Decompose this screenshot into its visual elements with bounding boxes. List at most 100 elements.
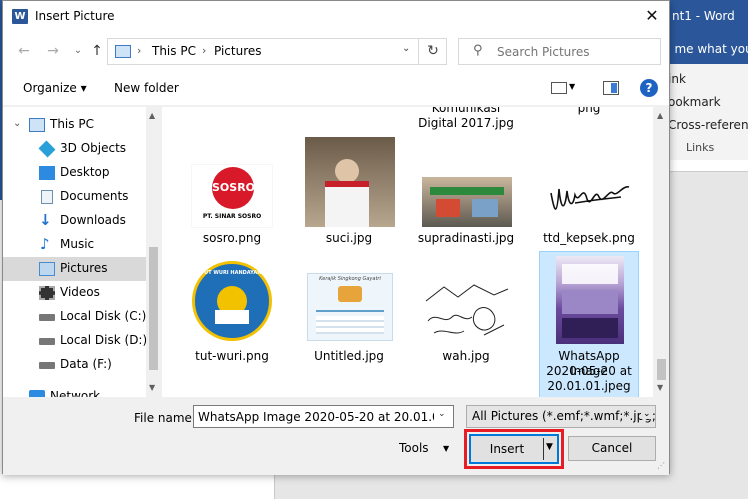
sosro-logo-text: SOSRO <box>212 167 255 209</box>
split-divider <box>543 438 544 460</box>
sidebar-item-label: Music <box>60 237 95 251</box>
sidebar-item-3d-objects[interactable]: 3D Objects <box>3 137 146 161</box>
breadcrumb-this-pc[interactable]: This PC <box>152 44 196 58</box>
sidebar-item-label: Videos <box>60 285 100 299</box>
file-item-ttd-kepsek[interactable]: ttd_kepsek.png <box>539 135 639 251</box>
ribbon-cross-reference-button[interactable]: Cross-reference <box>668 118 748 132</box>
file-name-label: wah.jpg <box>442 349 490 363</box>
scrollbar-thumb[interactable] <box>149 247 158 370</box>
file-name-combobox[interactable]: ⌄ <box>193 405 454 428</box>
resize-grip[interactable]: ⋰ <box>657 461 665 470</box>
sidebar-item-videos[interactable]: Videos <box>3 281 146 305</box>
dialog-title-bar: W Insert Picture ✕ <box>3 1 669 32</box>
video-icon <box>39 286 55 300</box>
scroll-up-arrow[interactable]: ▲ <box>657 111 663 120</box>
ribbon-link-button[interactable]: ink <box>668 72 686 86</box>
file-item-whatsapp-image[interactable]: WhatsApp Image 2020-05-20 at 20.01.01.jp… <box>539 251 639 397</box>
document-title: Kerajik Singkong Gayatri <box>319 276 381 282</box>
word-tell-me-box[interactable]: ll me what you <box>664 42 748 56</box>
address-dropdown-icon[interactable]: ⌄ <box>402 43 410 54</box>
navigation-pane: ⌄ This PC 3D Objects Desktop Documents ↓… <box>3 107 161 397</box>
file-type-select[interactable]: All Pictures (*.emf;*.wmf;*.jpg;* ⌄ <box>466 405 656 428</box>
tools-button[interactable]: Tools <box>399 441 429 455</box>
breadcrumb-pictures[interactable]: Pictures <box>214 44 262 58</box>
scroll-down-arrow[interactable]: ▼ <box>149 383 155 392</box>
sidebar-item-data-f[interactable]: Data (F:) <box>3 353 146 377</box>
thumbnail <box>545 135 633 225</box>
file-item-komunikasi[interactable]: Komunikasi Digital 2017.jpg <box>416 107 516 131</box>
file-item-tut-wuri[interactable]: TUT WURI HANDAYANI tut-wuri.png <box>182 253 282 369</box>
sidebar-item-label: Downloads <box>60 213 126 227</box>
chevron-down-icon[interactable]: ⌄ <box>438 409 446 419</box>
sidebar-item-label: Data (F:) <box>60 357 112 371</box>
sidebar-item-local-disk-c[interactable]: Local Disk (C:) <box>3 305 146 329</box>
search-box[interactable]: ⚲ <box>458 38 661 65</box>
sidebar-item-desktop[interactable]: Desktop <box>3 161 146 185</box>
document-icon <box>41 190 53 204</box>
insert-options-dropdown[interactable]: ▼ <box>546 442 553 452</box>
file-name-label: 2020-05-20 at <box>546 364 632 378</box>
recent-locations-button[interactable]: ⌄ <box>69 42 87 60</box>
insert-button[interactable]: Insert ▼ <box>469 434 559 464</box>
change-view-icon[interactable] <box>551 82 567 94</box>
tut-wuri-logo-text: TUT WURI HANDAYANI <box>200 270 264 276</box>
address-row: ← → ⌄ ↑ › This PC › Pictures ⌄ ↻ ⚲ <box>3 32 669 70</box>
search-input[interactable] <box>497 43 657 61</box>
file-name-label: Digital 2017.jpg <box>418 116 514 130</box>
scrollbar-thumb[interactable] <box>657 359 666 380</box>
new-folder-button[interactable]: New folder <box>114 81 179 95</box>
file-item-suci[interactable]: suci.jpg <box>299 135 399 251</box>
sidebar-item-this-pc[interactable]: ⌄ This PC <box>3 113 146 137</box>
chevron-down-icon[interactable]: ⌄ <box>641 409 651 419</box>
sidebar-item-network[interactable]: Network <box>3 385 146 397</box>
refresh-button[interactable]: ↻ <box>418 39 447 64</box>
sidebar-item-label: This PC <box>50 117 94 131</box>
drive-icon <box>39 314 55 321</box>
scroll-up-arrow[interactable]: ▲ <box>149 111 155 120</box>
file-name-label: png <box>577 107 601 115</box>
file-item-wah[interactable]: wah.jpg <box>416 253 516 369</box>
pictures-icon <box>39 262 55 276</box>
address-bar[interactable]: › This PC › Pictures ⌄ ↻ <box>107 38 447 65</box>
tools-dropdown-icon[interactable]: ▼ <box>443 444 449 453</box>
file-name-label: ttd_kepsek.png <box>543 231 635 245</box>
preview-pane-icon[interactable] <box>603 81 619 95</box>
word-title: nt1 - Word <box>672 9 735 23</box>
file-item-untitled[interactable]: Kerajik Singkong Gayatri Untitled.jpg <box>299 253 399 369</box>
organize-button[interactable]: Organize ▾ <box>23 81 87 95</box>
ribbon-bookmark-button[interactable]: ookmark <box>668 95 721 109</box>
thumbnail: TUT WURI HANDAYANI <box>188 253 276 343</box>
up-button[interactable]: ↑ <box>88 42 106 60</box>
back-button[interactable]: ← <box>15 42 33 60</box>
sidebar-item-documents[interactable]: Documents <box>3 185 146 209</box>
file-item-supradinasti[interactable]: supradinasti.jpg <box>416 135 516 251</box>
breadcrumb-separator: › <box>137 44 142 57</box>
sidebar-item-pictures[interactable]: Pictures <box>3 257 146 281</box>
document-image: Kerajik Singkong Gayatri <box>307 273 393 341</box>
tut-wuri-logo-image: TUT WURI HANDAYANI <box>192 261 272 341</box>
close-button[interactable]: ✕ <box>635 1 669 32</box>
file-item-sosro[interactable]: SOSRO PT. SINAR SOSRO sosro.png <box>182 135 282 251</box>
word-ruler <box>660 160 748 172</box>
navigation-scrollbar[interactable]: ▲ ▼ <box>146 107 161 397</box>
scroll-down-arrow[interactable]: ▼ <box>657 383 663 392</box>
cancel-button[interactable]: Cancel <box>568 436 656 461</box>
coloring-page-image <box>424 281 510 341</box>
sidebar-item-label: Local Disk (C:) <box>60 309 147 323</box>
drive-icon <box>39 362 55 369</box>
file-list-pane: Komunikasi Digital 2017.jpg png SOSRO PT… <box>162 107 669 397</box>
sidebar-item-local-disk-d[interactable]: Local Disk (D:) <box>3 329 148 353</box>
file-name-label: File name: <box>134 411 196 425</box>
file-name-input[interactable] <box>198 409 434 424</box>
word-app-icon: W <box>12 9 28 24</box>
network-icon <box>29 390 45 397</box>
view-options-dropdown[interactable]: ▼ <box>569 82 575 91</box>
forward-button[interactable]: → <box>44 42 62 60</box>
help-icon[interactable]: ? <box>640 79 658 97</box>
sidebar-item-downloads[interactable]: ↓ Downloads <box>3 209 146 233</box>
pc-icon <box>29 118 45 132</box>
file-item-partial-png[interactable]: png <box>539 107 639 121</box>
file-list-scrollbar[interactable]: ▲ ▼ <box>653 107 669 397</box>
sidebar-item-label: Local Disk (D:) <box>60 333 148 347</box>
sidebar-item-music[interactable]: ♪ Music <box>3 233 146 257</box>
